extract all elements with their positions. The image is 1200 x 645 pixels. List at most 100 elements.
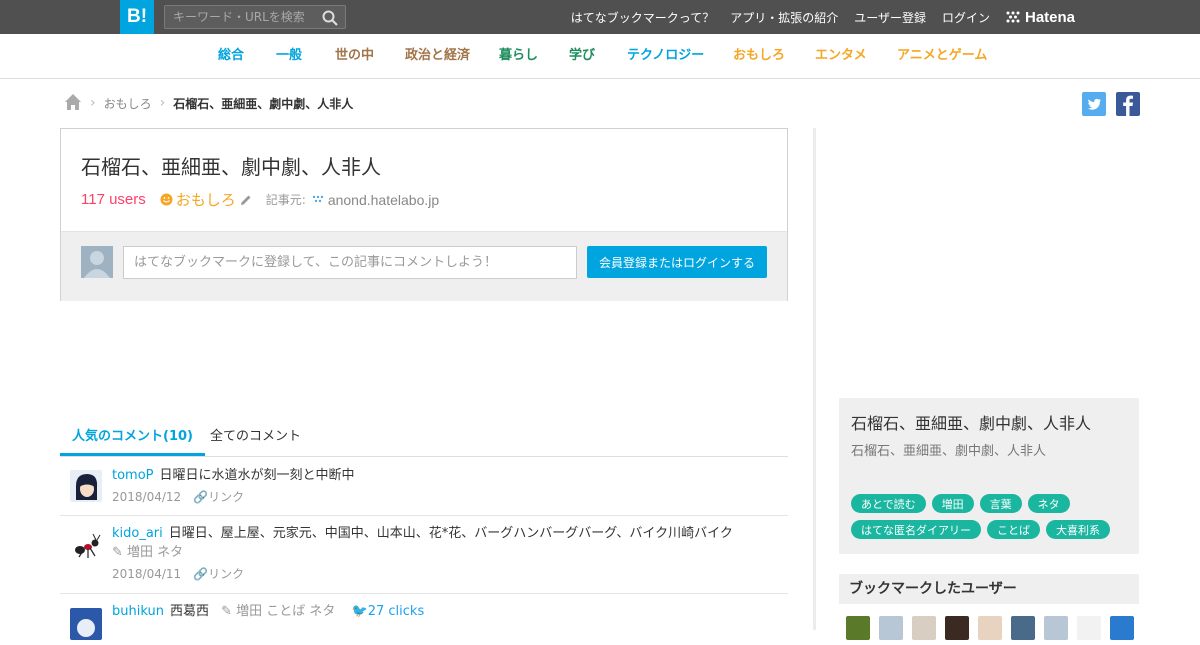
- apps-link[interactable]: アプリ・拡張の紹介: [730, 9, 838, 26]
- sidebar-title[interactable]: 石榴石、亜細亜、劇中劇、人非人: [851, 410, 1091, 434]
- category-knowledge[interactable]: 学び: [569, 34, 595, 78]
- comment-tags-label: 増田 ことば ネタ: [236, 604, 336, 619]
- login-link[interactable]: ログイン: [942, 9, 990, 26]
- home-icon[interactable]: [64, 93, 82, 114]
- comment-user[interactable]: buhikun: [112, 604, 164, 619]
- entry-card: 石榴石、亜細亜、劇中劇、人非人 117 users おもしろ 記事元: anon…: [60, 128, 788, 301]
- hatena-brand-label: Hatena: [1025, 8, 1076, 26]
- twitter-share-icon[interactable]: [1082, 92, 1106, 116]
- category-life[interactable]: 暮らし: [499, 34, 538, 78]
- comment-input[interactable]: [123, 246, 577, 279]
- avatar[interactable]: [945, 616, 969, 640]
- entry-category[interactable]: おもしろ: [160, 189, 252, 210]
- category-entertainment[interactable]: エンタメ: [815, 34, 867, 78]
- category-game[interactable]: アニメとゲーム: [897, 34, 987, 78]
- tag-chip[interactable]: はてな匿名ダイアリー: [851, 520, 981, 539]
- breadcrumb-current: 石榴石、亜細亜、劇中劇、人非人: [173, 96, 354, 111]
- breadcrumb-category[interactable]: おもしろ: [104, 95, 152, 112]
- comment-link[interactable]: 🔗リンク: [193, 490, 244, 504]
- search-box: [164, 5, 346, 29]
- category-economics[interactable]: 政治と経済: [405, 34, 470, 78]
- search-icon[interactable]: [322, 10, 338, 31]
- signup-login-button[interactable]: 会員登録またはログインする: [587, 246, 767, 278]
- comment-body: buhikun 西葛西 ✎ 増田 ことば ネタ 🐦27 clicks: [112, 602, 772, 621]
- category-fun[interactable]: おもしろ: [733, 34, 785, 78]
- header-links: はてなブックマークって？ アプリ・拡張の紹介 ユーザー登録 ログイン: [555, 0, 990, 34]
- category-it[interactable]: テクノロジー: [627, 34, 704, 78]
- user-avatar: [81, 246, 113, 278]
- chevron-right-icon: ›: [90, 95, 96, 111]
- top-bar: B! はてなブックマークって？ アプリ・拡張の紹介 ユーザー登録 ログイン Ha…: [0, 0, 1200, 34]
- tag-list: あとで読む 増田 言葉 ネタ はてな匿名ダイアリー ことば 大喜利系: [851, 494, 1131, 546]
- comment-text: 西葛西: [169, 604, 209, 619]
- smile-icon: [160, 193, 173, 206]
- avatar[interactable]: [70, 608, 102, 640]
- category-social[interactable]: 世の中: [335, 34, 374, 78]
- about-link[interactable]: はてなブックマークって？: [571, 9, 714, 26]
- avatar[interactable]: [1011, 616, 1035, 640]
- category-general[interactable]: 一般: [276, 34, 302, 78]
- tag-icon: ✎: [112, 545, 128, 560]
- link-icon: 🔗: [193, 567, 209, 581]
- tag-chip[interactable]: あとで読む: [851, 494, 926, 513]
- hatena-brand[interactable]: Hatena: [1006, 0, 1075, 34]
- entry-domain[interactable]: anond.hatelabo.jp: [312, 192, 439, 208]
- signup-link[interactable]: ユーザー登録: [854, 9, 926, 26]
- comment-body: tomoP 日曜日に水道水が刻一刻と中断中 2018/04/12 🔗リンク: [112, 466, 772, 507]
- sidebar-subtitle: 石榴石、亜細亜、劇中劇、人非人: [851, 444, 1047, 459]
- comment-link[interactable]: 🔗リンク: [193, 567, 244, 581]
- chevron-right-icon: ›: [159, 95, 166, 111]
- bookmarked-users-list: [846, 616, 1143, 640]
- category-general-all[interactable]: 総合: [218, 34, 244, 78]
- comment-text: 日曜日、屋上屋、元家元、中国中、山本山、花*花、バーグハンバーグバーグ、バイク川…: [168, 526, 733, 541]
- tab-all-comments[interactable]: 全てのコメント: [210, 422, 301, 456]
- entry-meta: 117 users おもしろ 記事元: anond.hatelabo.jp: [81, 189, 439, 210]
- tag-chip[interactable]: 言葉: [979, 494, 1022, 513]
- tag-icon: ✎: [221, 604, 237, 619]
- comment-date[interactable]: 2018/04/11: [112, 567, 181, 581]
- tweet-clicks[interactable]: 🐦27 clicks: [352, 604, 425, 619]
- tag-chip[interactable]: 増田: [931, 494, 974, 513]
- avatar[interactable]: [846, 616, 870, 640]
- tag-chip[interactable]: ネタ: [1027, 494, 1070, 513]
- avatar[interactable]: [70, 470, 102, 502]
- source-label: 記事元:: [265, 193, 306, 207]
- bookmarked-users-heading: ブックマークしたユーザー: [839, 574, 1139, 604]
- link-icon: 🔗: [193, 490, 209, 504]
- pencil-icon[interactable]: [240, 194, 252, 206]
- comment-text: 日曜日に水道水が刻一刻と中断中: [159, 468, 355, 483]
- comment-link-label: リンク: [208, 567, 245, 581]
- breadcrumb: › おもしろ › 石榴石、亜細亜、劇中劇、人非人: [64, 92, 353, 114]
- facebook-share-icon[interactable]: [1116, 92, 1140, 116]
- tag-chip[interactable]: 大喜利系: [1046, 520, 1110, 539]
- tag-chip[interactable]: ことば: [987, 520, 1040, 539]
- avatar[interactable]: [879, 616, 903, 640]
- comment-item: buhikun 西葛西 ✎ 増田 ことば ネタ 🐦27 clicks: [60, 594, 788, 640]
- comment-tags-label: 増田 ネタ: [127, 545, 184, 560]
- avatar[interactable]: [912, 616, 936, 640]
- entry-category-label: おもしろ: [175, 191, 236, 209]
- hatena-mark-icon: [1006, 11, 1020, 23]
- category-nav: 総合 一般 世の中 政治と経済 暮らし 学び テクノロジー おもしろ エンタメ …: [0, 34, 1200, 79]
- avatar[interactable]: [1110, 616, 1134, 640]
- comment-tags[interactable]: ✎ 増田 ことば ネタ: [221, 604, 335, 619]
- column-divider: [813, 128, 816, 630]
- entry-title[interactable]: 石榴石、亜細亜、劇中劇、人非人: [81, 151, 381, 180]
- bookmark-user-count[interactable]: 117 users: [81, 191, 146, 208]
- sidebar-entry-summary: 石榴石、亜細亜、劇中劇、人非人 石榴石、亜細亜、劇中劇、人非人 あとで読む 増田…: [839, 398, 1139, 554]
- comment-user[interactable]: tomoP: [112, 468, 154, 483]
- avatar[interactable]: [1044, 616, 1068, 640]
- comment-date[interactable]: 2018/04/12: [112, 490, 181, 504]
- tab-popular-comments[interactable]: 人気のコメント(10): [60, 422, 205, 456]
- avatar[interactable]: [70, 530, 102, 562]
- comment-user[interactable]: kido_ari: [112, 526, 163, 541]
- avatar[interactable]: [1077, 616, 1101, 640]
- comment-item: kido_ari 日曜日、屋上屋、元家元、中国中、山本山、花*花、バーグハンバーグ…: [60, 516, 788, 594]
- hatena-bookmark-logo[interactable]: B!: [120, 0, 154, 34]
- search-input[interactable]: [165, 6, 315, 28]
- favicon-icon: [312, 195, 324, 202]
- comment-form: 会員登録またはログインする: [61, 231, 787, 301]
- twitter-icon: 🐦: [351, 604, 368, 619]
- comment-tags[interactable]: ✎ 増田 ネタ: [112, 545, 183, 560]
- avatar[interactable]: [978, 616, 1002, 640]
